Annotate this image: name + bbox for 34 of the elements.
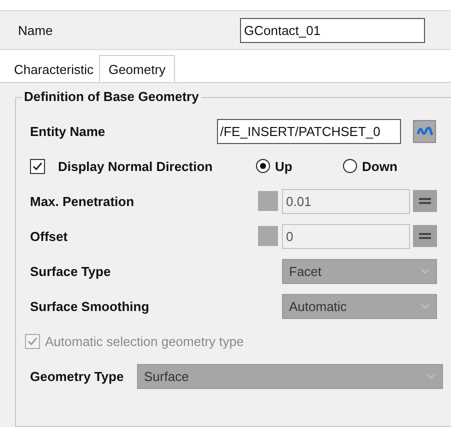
equals-button[interactable] xyxy=(413,190,437,212)
checkmark-icon xyxy=(27,336,38,346)
number-field[interactable]: 0.01 xyxy=(282,188,410,214)
tab[interactable]: Geometry xyxy=(99,55,175,82)
number-field[interactable]: 0 xyxy=(282,224,410,248)
name-label: Name xyxy=(18,22,54,38)
radio-button[interactable] xyxy=(343,159,357,173)
field-label: Entity Name xyxy=(30,124,106,138)
chevron-down-icon xyxy=(420,303,430,309)
checkbox-label: Display Normal Direction xyxy=(58,158,214,174)
field-label: Offset xyxy=(30,228,69,244)
field-label: Max. Penetration xyxy=(30,194,136,208)
checkbox[interactable] xyxy=(30,158,45,174)
radio-label: Down xyxy=(362,158,398,174)
chevron-down-icon xyxy=(420,268,430,274)
field-label: Surface Type xyxy=(30,264,112,278)
radio-button[interactable] xyxy=(256,159,270,173)
checkmark-icon xyxy=(32,160,43,172)
equals-button[interactable] xyxy=(413,225,437,247)
name-input[interactable]: GContact_01 xyxy=(240,18,425,42)
entity-name-field[interactable]: /FE_INSERT/PATCHSET_0 xyxy=(217,118,401,144)
color-swatch[interactable] xyxy=(258,191,278,211)
color-swatch[interactable] xyxy=(258,226,278,246)
group-title: Definition of Base Geometry xyxy=(22,89,201,104)
radio-label: Up xyxy=(275,158,294,174)
field-label: Surface Smoothing xyxy=(30,298,150,314)
equals-icon xyxy=(419,232,431,240)
checkbox-label: Automatic selection geometry type xyxy=(45,334,244,348)
tab[interactable]: Characteristic xyxy=(0,58,100,82)
pick-button[interactable] xyxy=(413,120,436,142)
chevron-down-icon xyxy=(426,373,436,379)
wave-icon xyxy=(416,124,432,138)
field-label: Geometry Type xyxy=(30,368,125,384)
equals-icon xyxy=(419,197,431,205)
